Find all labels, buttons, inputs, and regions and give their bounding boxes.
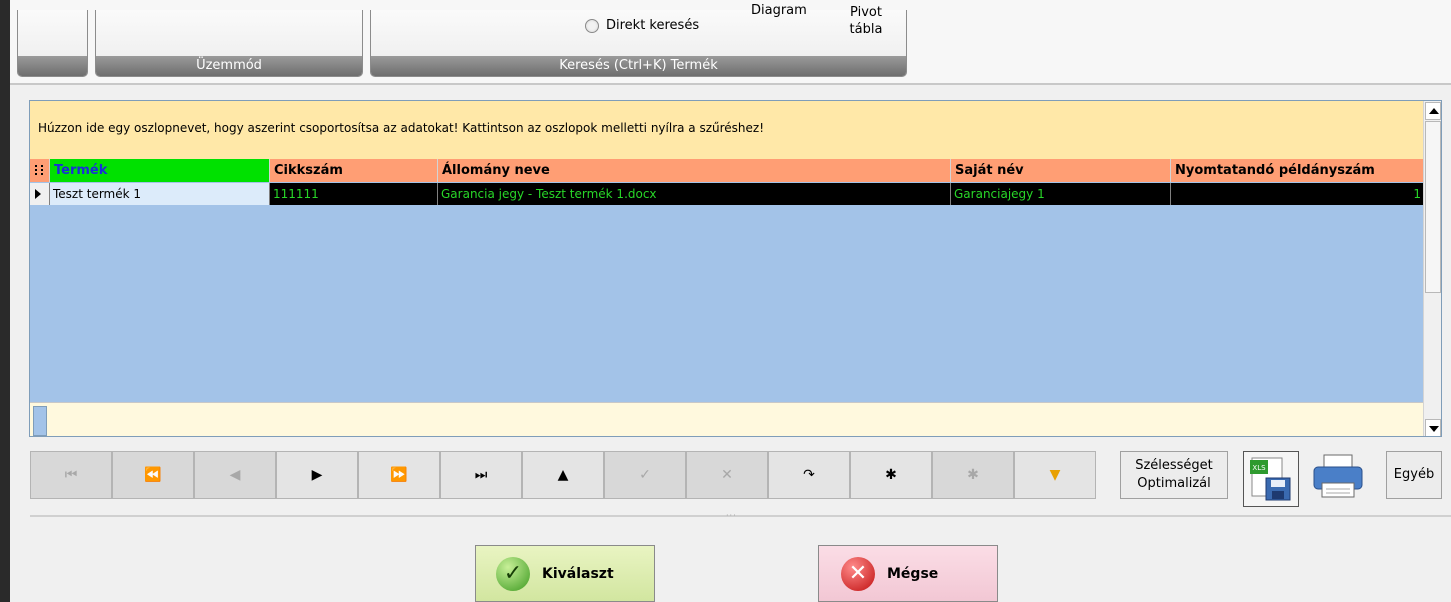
bookmark-icon[interactable]: ✱ [850,451,932,499]
last-record-icon[interactable]: ⏭ [440,451,522,499]
printer-icon [1313,454,1363,498]
ribbon-group-small [17,10,88,77]
print-button[interactable] [1310,451,1366,507]
column-header-termek[interactable]: Termék [50,159,270,182]
prev-page-icon[interactable]: ⏪ [112,451,194,499]
scroll-up-icon[interactable] [1425,102,1441,120]
window-left-border [0,0,10,602]
diagram-button[interactable]: Diagram [751,4,807,18]
scroll-thumb[interactable] [1425,121,1441,293]
row-indicator-icon [30,183,50,205]
cancel-button[interactable]: ✕ Mégse [818,545,998,602]
vertical-scrollbar[interactable] [1423,101,1441,436]
scroll-down-icon[interactable] [1425,419,1441,436]
svg-text:XLS: XLS [1252,464,1266,472]
grid-footer [30,402,1425,436]
optimize-width-button[interactable]: Szélességet Optimalizál [1120,451,1228,499]
select-button[interactable]: ✓ Kiválaszt [475,545,655,602]
footer-indicator [33,406,47,436]
next-page-icon[interactable]: ⏩ [358,451,440,499]
record-navigator: ⏮ ⏪ ◀ ▶ ⏩ ⏭ ▲ ✓ ✕ ↷ ✱ ✱ ▼ [30,451,1096,499]
filter-icon[interactable]: ▼ [1014,451,1096,499]
ribbon-separator [10,83,1451,85]
insert-icon[interactable]: ▲ [522,451,604,499]
splitter[interactable] [30,515,1451,517]
prev-record-icon[interactable]: ◀ [194,451,276,499]
checkmark-icon: ✓ [496,556,530,591]
ribbon-group-label: Keresés (Ctrl+K) Termék [371,56,906,76]
radio-direkt-kereses[interactable]: Direkt keresés [585,18,699,33]
column-header-allomany-neve[interactable]: Állomány neve [438,159,951,182]
group-by-panel[interactable]: Húzzon ide egy oszlopnevet, hogy aszerin… [30,101,1425,159]
cell-sajat-nev[interactable]: Garanciajegy 1 [951,183,1171,205]
cancel-edit-icon[interactable]: ✕ [686,451,768,499]
select-label: Kiválaszt [542,565,614,582]
column-header-sajat-nev[interactable]: Saját név [951,159,1171,182]
group-by-hint: Húzzon ide egy oszlopnevet, hogy aszerin… [38,121,765,135]
close-icon: ✕ [841,556,875,591]
egyeb-button[interactable]: Egyéb [1386,451,1442,499]
column-header-cikkszam[interactable]: Cikkszám [270,159,438,182]
radio-label: Direkt keresés [606,18,700,33]
cell-termek[interactable]: Teszt termék 1 [50,183,270,205]
export-xls-button[interactable]: XLS [1243,451,1299,507]
goto-bookmark-icon[interactable]: ✱ [932,451,1014,499]
cell-cikkszam[interactable]: 111111 [270,183,438,205]
data-grid[interactable]: Húzzon ide egy oszlopnevet, hogy aszerin… [29,100,1442,437]
optimize-width-label: Szélességet Optimalizál [1135,458,1213,491]
grid-header: Termék Cikkszám Állomány neve Saját név … [30,159,1425,182]
column-header-nyomtatando[interactable]: Nyomtatandó példányszám [1171,159,1425,182]
pivot-table-button[interactable]: Pivot tábla [841,4,891,38]
ribbon-group-label: Üzemmód [96,56,362,76]
column-chooser-icon[interactable] [30,159,50,182]
radio-circle-icon[interactable] [585,18,599,33]
post-icon[interactable]: ✓ [604,451,686,499]
cell-allomany-neve[interactable]: Garancia jegy - Teszt termék 1.docx [438,183,951,205]
cancel-label: Mégse [887,565,939,582]
ribbon-group-uzemmod: Üzemmód [95,10,363,77]
next-record-icon[interactable]: ▶ [276,451,358,499]
table-row[interactable]: Teszt termék 1 111111 Garancia jegy - Te… [30,183,1425,205]
splitter-grip-icon[interactable]: ··· [726,511,737,520]
xls-save-icon: XLS [1250,457,1291,501]
refresh-icon[interactable]: ↷ [768,451,850,499]
first-record-icon[interactable]: ⏮ [30,451,112,499]
ribbon-group-kereses: Direkt keresés Diagram Pivot tábla Keres… [370,4,907,77]
cell-nyomtatando[interactable]: 1 [1171,183,1425,205]
